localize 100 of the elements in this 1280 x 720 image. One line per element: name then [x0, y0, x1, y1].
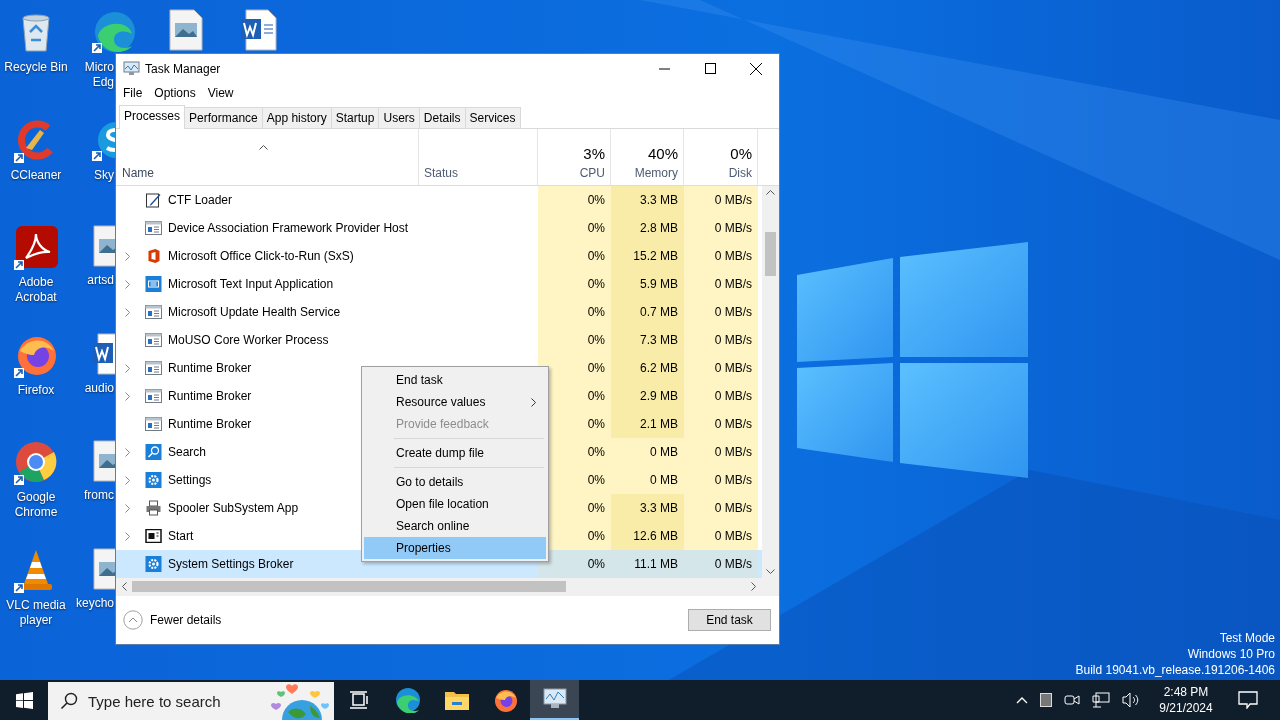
printer-icon — [145, 500, 162, 516]
icon-label: Adobe Acrobat — [14, 275, 58, 306]
chevron-up-icon[interactable] — [1016, 696, 1028, 704]
search-icon — [60, 692, 78, 710]
tab[interactable]: App history — [261, 107, 332, 128]
disk-value: 0 MB/s — [684, 410, 758, 438]
scrollbar-thumb[interactable] — [765, 232, 776, 276]
icon-label: audio — [84, 380, 114, 396]
volume-icon[interactable] — [1122, 692, 1140, 708]
memory-value: 3.3 MB — [611, 186, 684, 214]
image-file-icon[interactable] — [92, 225, 115, 268]
tab[interactable]: Users — [378, 107, 420, 128]
column-header[interactable]: Status — [424, 166, 459, 180]
column-total: 3% — [583, 145, 605, 162]
expand-chevron-icon[interactable] — [125, 503, 130, 513]
scroll-up-icon[interactable] — [766, 190, 775, 195]
disk-value: 0 MB/s — [684, 186, 758, 214]
process-name: CTF Loader — [168, 193, 233, 207]
scroll-left-icon[interactable] — [122, 582, 127, 591]
process-name: System Settings Broker — [168, 557, 294, 571]
network-icon[interactable] — [1092, 692, 1110, 708]
search-icon — [145, 444, 162, 460]
image-file-icon[interactable] — [92, 548, 115, 590]
word-document-icon[interactable] — [240, 9, 278, 51]
memory-value: 7.3 MB — [611, 326, 684, 354]
expand-chevron-icon[interactable] — [125, 475, 130, 485]
memory-value: 0 MB — [611, 438, 684, 466]
column-header[interactable]: Memory — [634, 166, 678, 180]
word-document-icon[interactable] — [92, 332, 115, 375]
icon-label: Micro — [84, 60, 114, 75]
expand-chevron-icon[interactable] — [125, 447, 130, 457]
tab[interactable]: Performance — [184, 107, 263, 128]
vertical-scrollbar[interactable] — [762, 186, 779, 578]
icon-label: keycho — [75, 596, 114, 611]
clock-time[interactable]: 2:48 PM — [1163, 684, 1209, 700]
column-header[interactable]: CPU — [579, 166, 605, 180]
browser-circle-icon[interactable] — [14, 440, 58, 485]
search-field[interactable]: Type here to search — [48, 682, 334, 720]
process-name: Microsoft Office Click-to-Run (SxS) — [168, 249, 354, 263]
column-header[interactable]: Name — [122, 166, 154, 180]
horizontal-scrollbar[interactable] — [116, 578, 779, 595]
expand-chevron-icon[interactable] — [125, 391, 130, 401]
disk-value: 0 MB/s — [684, 270, 758, 298]
disk-value: 0 MB/s — [684, 466, 758, 494]
window-app-icon — [145, 417, 162, 431]
taskbar-app-button[interactable] — [530, 680, 579, 720]
fewer-details-link[interactable]: Fewer details — [150, 613, 222, 627]
expand-chevron-icon[interactable] — [125, 531, 130, 541]
process-name: Runtime Broker — [168, 417, 252, 431]
process-name: Start — [168, 529, 194, 543]
icon-label: artsd — [87, 273, 114, 289]
scroll-down-icon[interactable] — [766, 569, 775, 574]
icon-label: Firefox — [16, 382, 56, 398]
tab[interactable]: Processes — [119, 105, 186, 129]
expand-chevron-icon[interactable] — [125, 307, 130, 317]
menu-item[interactable]: Options — [148, 84, 202, 102]
image-file-icon[interactable] — [168, 9, 204, 51]
tab[interactable]: Startup — [330, 107, 380, 128]
disk-value: 0 MB/s — [684, 354, 758, 382]
memory-value: 3.3 MB — [611, 494, 684, 522]
column-total: 40% — [647, 145, 678, 162]
memory-value: 15.2 MB — [611, 242, 684, 270]
tab[interactable]: Details — [418, 107, 466, 128]
expand-chevron-icon[interactable] — [125, 251, 130, 261]
window-app-icon — [145, 221, 162, 235]
icon-label: fromc — [84, 488, 114, 504]
scroll-right-icon[interactable] — [751, 582, 756, 591]
image-file-icon[interactable] — [92, 440, 115, 483]
pen-paper-icon — [145, 192, 162, 208]
cpu-value: 0% — [538, 354, 611, 382]
process-name: Runtime Broker — [168, 389, 252, 403]
disk-value: 0 MB/s — [684, 550, 758, 578]
end-task-button[interactable]: End task — [688, 609, 771, 631]
disk-value: 0 MB/s — [684, 522, 758, 550]
os-build-text: Build 19041.vb_release.191206-1406 — [1075, 662, 1275, 678]
menu-item[interactable]: Properties — [364, 537, 546, 559]
process-name: Microsoft Update Health Service — [168, 305, 341, 319]
expand-chevron-icon[interactable] — [125, 279, 130, 289]
memory-value: 2.1 MB — [611, 410, 684, 438]
menu-item[interactable]: View — [201, 84, 240, 102]
process-name: Settings — [168, 473, 212, 487]
expand-chevron-icon[interactable] — [125, 363, 130, 373]
settings-icon — [145, 556, 162, 572]
monitor-chart-icon — [541, 688, 568, 710]
clock-date[interactable]: 9/21/2024 — [1159, 700, 1213, 716]
cpu-value: 0% — [538, 550, 611, 578]
memory-value: 2.8 MB — [611, 214, 684, 242]
edge-browser-icon[interactable] — [92, 10, 136, 54]
notification-icon[interactable] — [1238, 691, 1258, 709]
scrollbar-thumb[interactable] — [132, 581, 566, 592]
windows-logo-icon — [15, 691, 33, 709]
menu-item[interactable]: File — [117, 84, 149, 102]
square-icon[interactable] — [1040, 693, 1052, 707]
tab[interactable]: Services — [464, 107, 521, 128]
column-header[interactable]: Disk — [728, 166, 752, 180]
pdf-app-icon[interactable] — [14, 225, 58, 270]
memory-value: 6.2 MB — [611, 354, 684, 382]
disk-value: 0 MB/s — [684, 326, 758, 354]
icon-label: Sky — [94, 167, 114, 183]
camera-icon[interactable] — [1064, 692, 1080, 708]
